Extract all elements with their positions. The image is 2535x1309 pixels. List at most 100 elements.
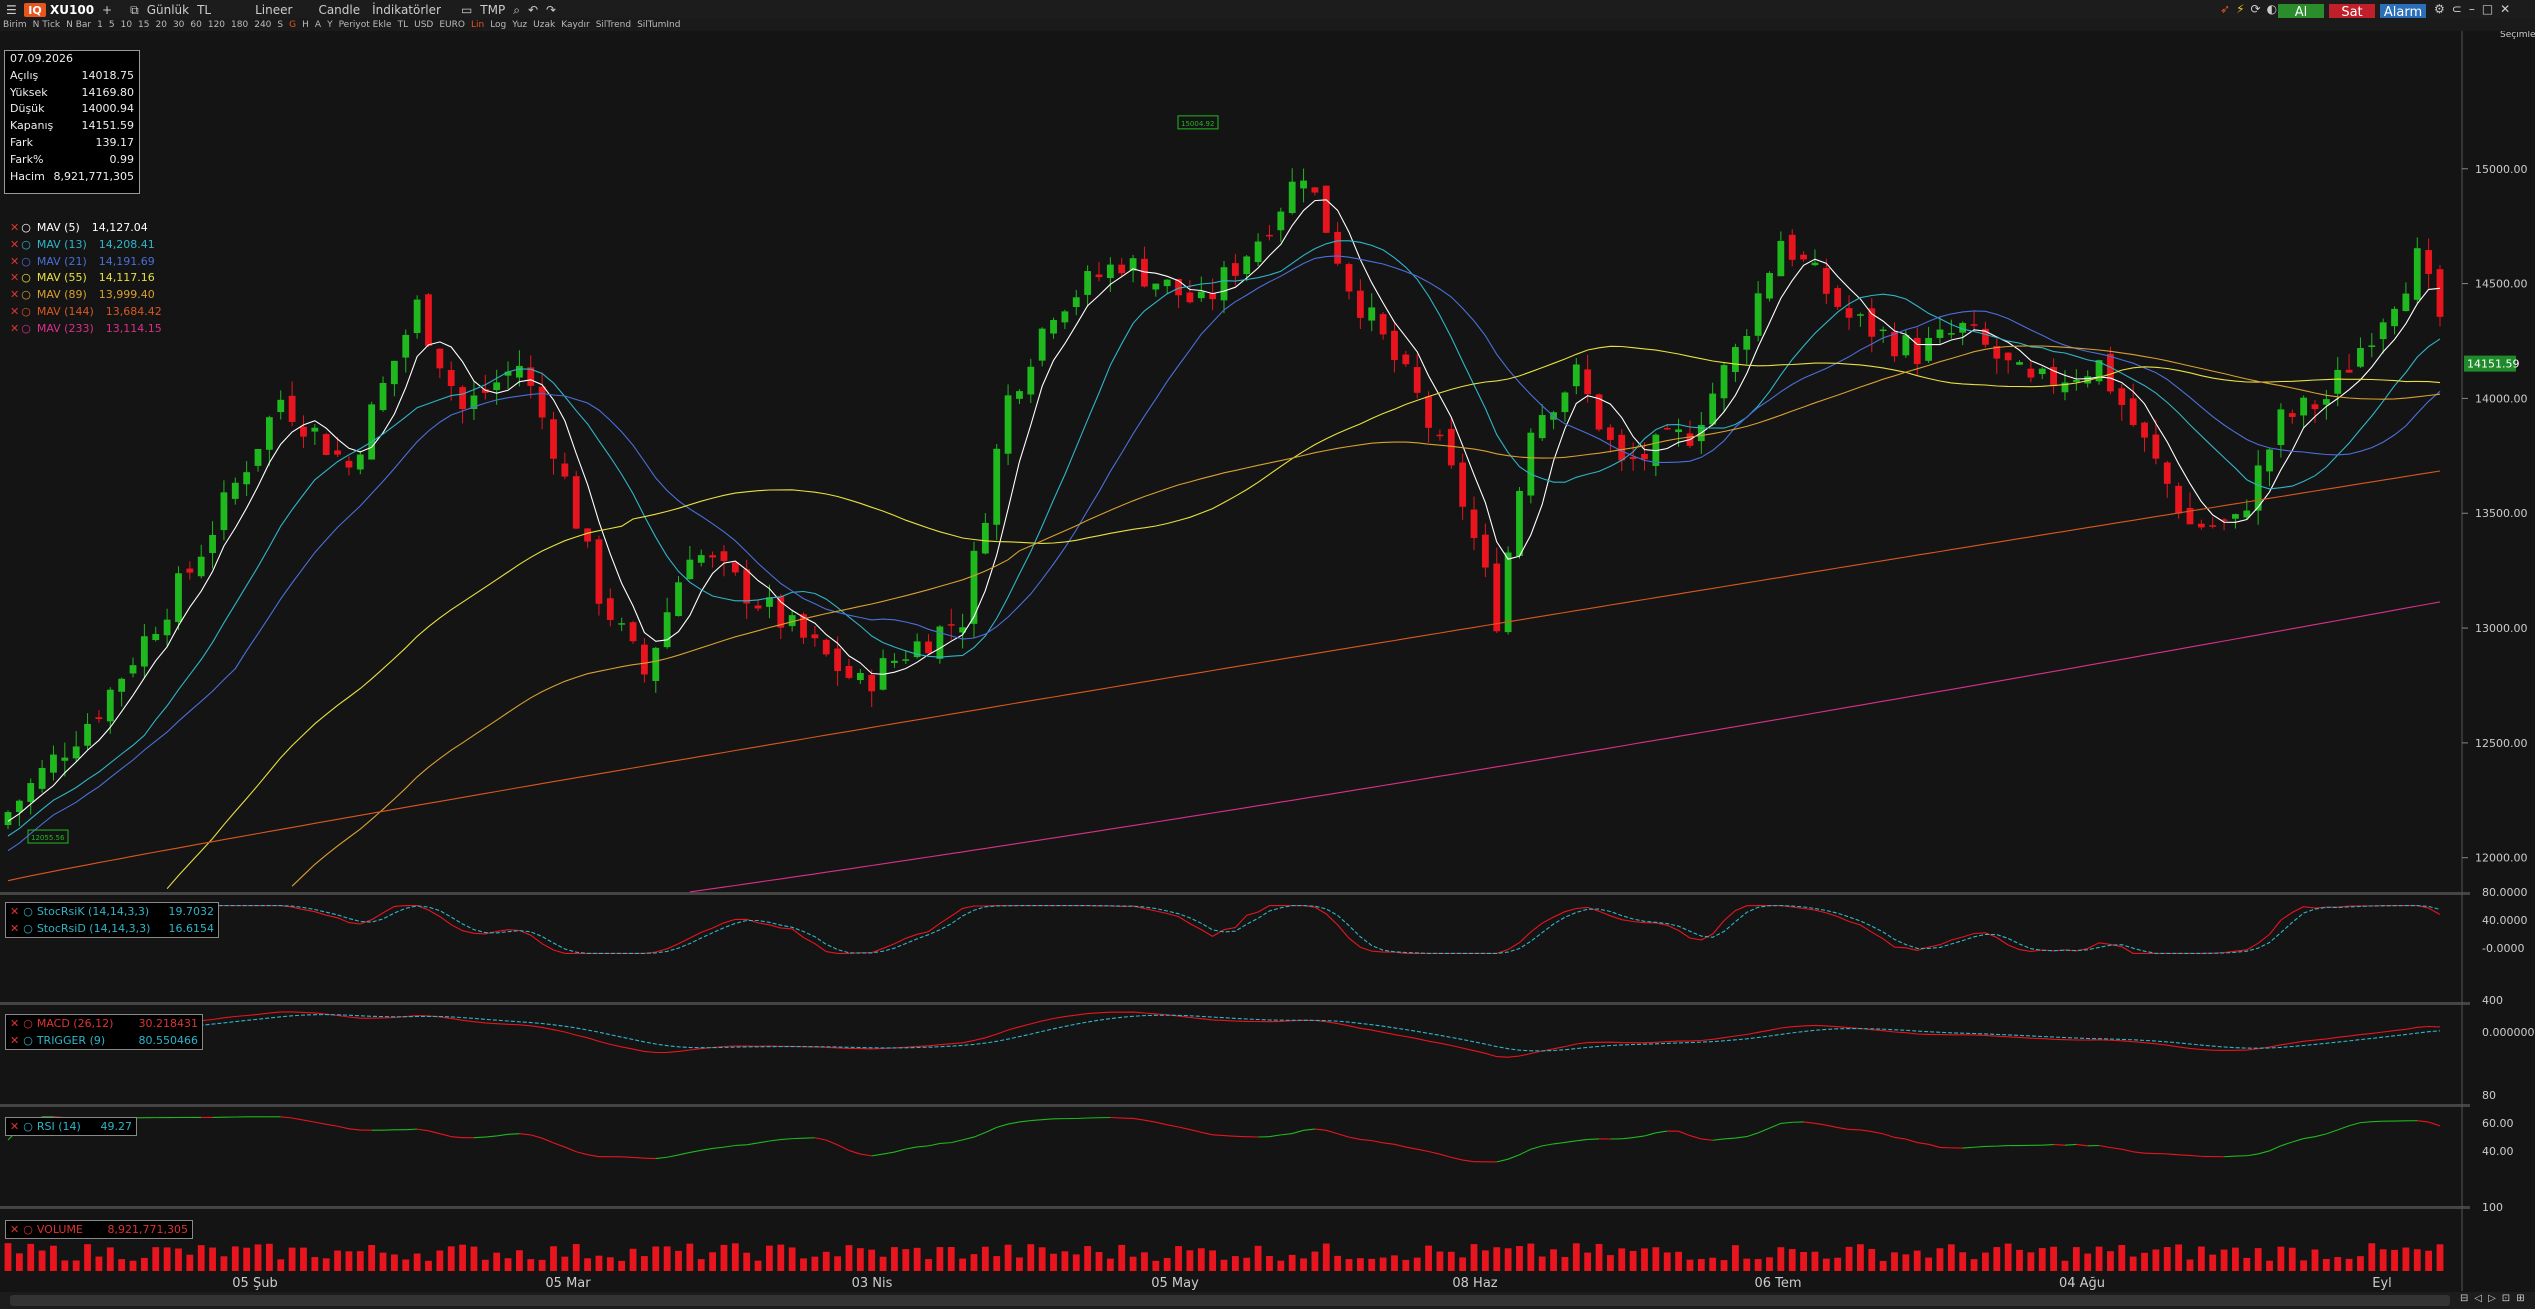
period-btn-8[interactable]: 30	[170, 20, 187, 30]
price-tick-label: 14000.00	[2475, 392, 2528, 405]
menu-icon[interactable]: ☰	[2, 3, 21, 17]
circle-icon[interactable]: ◐	[2267, 2, 2277, 16]
candle-body	[1368, 307, 1376, 321]
zoom-in-icon[interactable]: ⊞	[2516, 1293, 2524, 1304]
external-link-icon[interactable]: ⧉	[126, 3, 143, 18]
period-btn-6[interactable]: 15	[135, 20, 152, 30]
panel-separator[interactable]	[0, 892, 2470, 895]
zoom-icon[interactable]: ⌕	[509, 3, 524, 18]
remove-icon[interactable]: ✕	[10, 237, 19, 254]
price-panel[interactable]	[0, 31, 2460, 891]
reset-icon[interactable]: ⊡	[2502, 1293, 2510, 1304]
remove-icon[interactable]: ✕	[10, 287, 19, 304]
candle-body	[1072, 297, 1080, 307]
period-btn-15[interactable]: H	[299, 20, 312, 30]
candle-body	[822, 639, 830, 655]
chart-area[interactable]: 15000.00 14500.00 14000.00 13500.00 13000.00…	[0, 31, 2535, 1309]
period-btn-14[interactable]: G	[286, 20, 299, 30]
volume-bar	[1027, 1244, 1035, 1271]
redo-icon[interactable]: ↷	[542, 3, 560, 17]
visibility-icon[interactable]: ○	[21, 287, 31, 304]
symbol-selector[interactable]: XU100	[46, 3, 98, 17]
remove-icon[interactable]: ✕	[10, 220, 19, 237]
minimize-icon[interactable]: –	[2469, 2, 2475, 16]
period-btn-20[interactable]: USD	[411, 20, 436, 30]
chart-type-selector[interactable]: Candle	[314, 3, 364, 17]
period-btn-7[interactable]: 20	[153, 20, 170, 30]
visibility-icon[interactable]: ○	[21, 304, 31, 321]
period-btn-23[interactable]: Log	[487, 20, 509, 30]
period-btn-27[interactable]: SilTrend	[593, 20, 634, 30]
volume-bar	[493, 1252, 501, 1271]
rsi-line	[621, 1156, 634, 1158]
period-btn-25[interactable]: Uzak	[530, 20, 558, 30]
period-btn-21[interactable]: EURO	[436, 20, 468, 30]
period-btn-12[interactable]: 240	[251, 20, 274, 30]
rocket-icon[interactable]: ➶	[2220, 2, 2230, 16]
volume-bar	[2175, 1244, 2183, 1271]
mav-legend-item[interactable]: ✕ ○ MAV (55) 14,117.16	[10, 270, 162, 287]
scroll-left-icon[interactable]: ◁	[2474, 1293, 2482, 1304]
period-btn-2[interactable]: N Bar	[63, 20, 94, 30]
close-icon[interactable]: ✕	[2500, 2, 2510, 16]
zoom-out-icon[interactable]: ⊟	[2460, 1293, 2468, 1304]
period-btn-5[interactable]: 10	[118, 20, 135, 30]
period-btn-4[interactable]: 5	[106, 20, 118, 30]
refresh-icon[interactable]: ⟳	[2251, 2, 2261, 16]
visibility-icon[interactable]: ○	[21, 270, 31, 287]
period-btn-9[interactable]: 60	[187, 20, 204, 30]
volume-bar	[1016, 1257, 1023, 1271]
remove-icon[interactable]: ✕	[10, 304, 19, 321]
mav-legend-item[interactable]: ✕ ○ MAV (5) 14,127.04	[10, 220, 162, 237]
volume-bar	[2288, 1247, 2296, 1271]
gear-icon[interactable]: ⚙	[2434, 2, 2445, 16]
horizontal-scrollbar[interactable]	[10, 1295, 2450, 1306]
macd-panel[interactable]	[0, 1005, 2460, 1071]
period-btn-10[interactable]: 120	[205, 20, 228, 30]
visibility-icon[interactable]: ○	[21, 254, 31, 271]
add-symbol-icon[interactable]: +	[98, 3, 116, 17]
panel-separator[interactable]	[0, 1002, 2470, 1005]
remove-icon[interactable]: ✕	[10, 321, 19, 338]
period-btn-28[interactable]: SilTumInd	[634, 20, 683, 30]
period-btn-11[interactable]: 180	[228, 20, 251, 30]
period-selector[interactable]: Günlük	[143, 3, 193, 17]
indicators-menu[interactable]: İndikatörler	[368, 3, 445, 17]
period-btn-0[interactable]: Birim	[0, 20, 30, 30]
period-btn-17[interactable]: Y	[324, 20, 336, 30]
mav-legend-item[interactable]: ✕ ○ MAV (89) 13,999.40	[10, 287, 162, 304]
lightning-icon[interactable]: ⚡	[2236, 2, 2244, 16]
undo-icon[interactable]: ↶	[524, 3, 542, 17]
candle-body	[1857, 314, 1864, 316]
mav-legend-item[interactable]: ✕ ○ MAV (21) 14,191.69	[10, 254, 162, 271]
remove-icon[interactable]: ✕	[10, 254, 19, 271]
visibility-icon[interactable]: ○	[21, 237, 31, 254]
visibility-icon[interactable]: ○	[21, 220, 31, 237]
period-btn-13[interactable]: S	[274, 20, 286, 30]
remove-icon[interactable]: ✕	[10, 270, 19, 287]
panel-separator[interactable]	[0, 1104, 2470, 1107]
visibility-icon[interactable]: ○	[21, 321, 31, 338]
mav-legend-item[interactable]: ✕ ○ MAV (233) 13,114.15	[10, 321, 162, 338]
mav-legend-item[interactable]: ✕ ○ MAV (144) 13,684.42	[10, 304, 162, 321]
currency-selector[interactable]: TL	[193, 3, 215, 17]
period-btn-16[interactable]: A	[312, 20, 324, 30]
link-icon[interactable]: ⊂	[2452, 2, 2462, 16]
volume-bar	[1300, 1258, 1307, 1271]
folder-icon[interactable]: ▭	[457, 3, 476, 17]
mav-legend-item[interactable]: ✕ ○ MAV (13) 14,208.41	[10, 237, 162, 254]
rsi-panel[interactable]	[0, 1107, 2460, 1173]
period-btn-26[interactable]: Kaydır	[558, 20, 593, 30]
period-btn-3[interactable]: 1	[94, 20, 106, 30]
maximize-icon[interactable]: □	[2482, 2, 2493, 16]
scroll-right-icon[interactable]: ▷	[2488, 1293, 2496, 1304]
period-btn-1[interactable]: N Tick	[30, 20, 63, 30]
template-button[interactable]: TMP	[476, 3, 509, 17]
period-btn-24[interactable]: Yuz	[509, 20, 530, 30]
volume-bar	[1231, 1256, 1239, 1271]
period-btn-18[interactable]: Periyot Ekle	[336, 20, 395, 30]
period-btn-19[interactable]: TL	[395, 20, 412, 30]
scale-selector[interactable]: Lineer	[251, 3, 296, 17]
panel-separator[interactable]	[0, 1206, 2470, 1209]
period-btn-22[interactable]: Lin	[468, 20, 487, 30]
